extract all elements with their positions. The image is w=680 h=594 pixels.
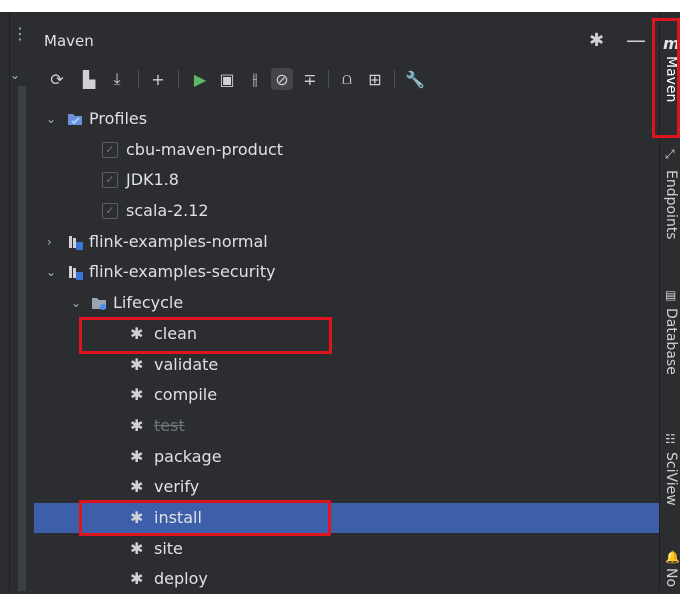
tree-node-project[interactable]: ⌄ flink-examples-security (34, 257, 659, 287)
minimize-icon[interactable]: — (626, 28, 646, 52)
toolbar-divider (394, 70, 395, 88)
profile-item[interactable]: ✓ JDK1.8 (34, 165, 659, 195)
skip-tests-icon[interactable]: ⊘ (271, 68, 293, 90)
tree-node-project[interactable]: › flink-examples-normal (34, 227, 659, 257)
tab-endpoints[interactable]: Endpoints (663, 170, 679, 240)
goal-label: compile (154, 385, 218, 404)
kebab-menu-icon[interactable]: ⋮ (12, 26, 28, 42)
toolbar-divider (138, 70, 139, 88)
goal-label: package (154, 447, 222, 466)
toggle-offline-icon[interactable]: ⫲ (244, 68, 266, 90)
checkbox-checked[interactable]: ✓ (102, 203, 118, 219)
profile-label: JDK1.8 (126, 170, 179, 189)
tab-notifications[interactable]: No (663, 568, 679, 587)
database-icon: ▤ (665, 288, 677, 302)
highlight-box-maven-tab (652, 18, 680, 138)
maven-project-icon (69, 236, 83, 250)
notifications-icon: 🔔 (665, 550, 680, 564)
profile-item[interactable]: ✓ scala-2.12 (34, 196, 659, 226)
execute-goal-icon[interactable]: ▣ (216, 68, 238, 90)
profile-label: cbu-maven-product (126, 140, 284, 159)
gear-icon: ✱ (130, 385, 144, 404)
add-icon[interactable]: + (147, 68, 169, 90)
project-label: flink-examples-security (89, 262, 276, 281)
lifecycle-folder-icon (92, 298, 106, 310)
chevron-down-icon[interactable]: ⌄ (46, 257, 56, 287)
goal-site[interactable]: ✱ site (34, 534, 659, 564)
gear-icon: ✱ (130, 355, 144, 374)
profiles-folder-icon (68, 114, 82, 125)
goal-label: verify (154, 477, 200, 496)
toolbar-divider (178, 70, 179, 88)
profile-item[interactable]: ✓ cbu-maven-product (34, 135, 659, 165)
run-icon[interactable]: ▶ (189, 68, 211, 90)
profile-label: scala-2.12 (126, 201, 209, 220)
goal-test[interactable]: ✱ test (34, 411, 659, 441)
gear-icon: ✱ (130, 569, 144, 588)
generate-sources-icon[interactable]: ▙ (78, 68, 100, 90)
tree-label: Profiles (89, 109, 148, 128)
goal-verify[interactable]: ✱ verify (34, 472, 659, 502)
reload-icon[interactable]: ⟳ (46, 68, 68, 90)
checkbox-checked[interactable]: ✓ (102, 142, 118, 158)
goal-label: validate (154, 355, 219, 374)
gear-icon: ✱ (130, 539, 144, 558)
chevron-down-icon[interactable]: ⌄ (46, 104, 56, 134)
gear-icon: ✱ (130, 477, 144, 496)
goal-deploy[interactable]: ✱ deploy (34, 564, 659, 594)
chevron-right-icon[interactable]: › (47, 227, 52, 257)
gear-icon: ✱ (130, 447, 144, 466)
checkbox-checked[interactable]: ✓ (102, 172, 118, 188)
goal-compile[interactable]: ✱ compile (34, 380, 659, 410)
sciview-icon: ☷ (665, 432, 676, 446)
maven-tool-window: Maven ✱ — ⟳ ▙ ⤓ + ▶ ▣ ⫲ ⊘ ∓ ⩍ ⊞ 🔧 ⌄ Prof… (34, 12, 659, 591)
chevron-down-icon[interactable]: ⌄ (10, 68, 20, 82)
show-diagram-icon[interactable]: ⊞ (364, 68, 386, 90)
goal-package[interactable]: ✱ package (34, 442, 659, 472)
goal-validate[interactable]: ✱ validate (34, 350, 659, 380)
panel-header: Maven ✱ — (34, 26, 659, 58)
goal-label-disabled: test (154, 416, 185, 435)
goal-label: site (154, 539, 183, 558)
tree-node-profiles[interactable]: ⌄ Profiles (34, 104, 659, 134)
collapse-all-icon[interactable]: ∓ (299, 68, 321, 90)
top-strip (0, 0, 680, 12)
tab-sciview[interactable]: SciView (663, 452, 679, 506)
tab-database[interactable]: Database (663, 308, 679, 375)
editor-scroll-strip (18, 86, 26, 591)
maven-project-icon (69, 266, 83, 280)
wrench-icon[interactable]: 🔧 (404, 68, 426, 90)
analyze-dependencies-icon[interactable]: ⩍ (336, 68, 358, 90)
highlight-box-install (79, 500, 331, 536)
left-gutter (0, 12, 10, 591)
panel-title: Maven (44, 32, 94, 50)
maven-toolbar: ⟳ ▙ ⤓ + ▶ ▣ ⫲ ⊘ ∓ ⩍ ⊞ 🔧 (34, 64, 659, 94)
toolbar-divider (328, 70, 329, 88)
project-label: flink-examples-normal (89, 232, 268, 251)
endpoints-icon: ⤢ (665, 147, 675, 161)
chevron-down-icon[interactable]: ⌄ (71, 288, 81, 318)
tree-label: Lifecycle (113, 293, 184, 312)
download-icon[interactable]: ⤓ (106, 68, 128, 90)
highlight-box-clean (79, 317, 332, 354)
tree-node-lifecycle[interactable]: ⌄ Lifecycle (34, 288, 659, 318)
gear-icon: ✱ (130, 416, 144, 435)
settings-gear-icon[interactable]: ✱ (589, 30, 604, 51)
goal-label: deploy (154, 569, 208, 588)
